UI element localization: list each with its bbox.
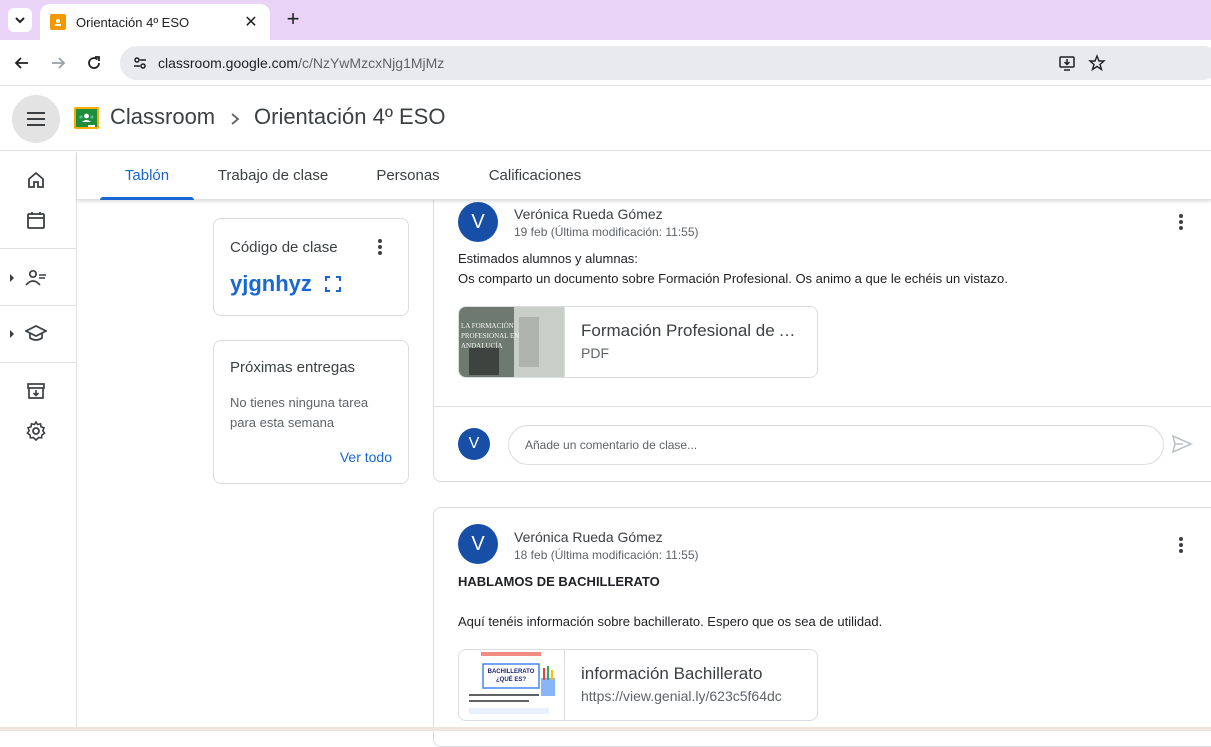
attachment-title: Formación Profesional de Andalucía xyxy=(581,321,801,340)
class-tabs: Tablón Trabajo de clase Personas Calific… xyxy=(77,152,1211,200)
attachment-title: información Bachillerato xyxy=(581,664,763,683)
classroom-favicon-icon xyxy=(50,14,66,30)
attachment-thumbnail: LA FORMACIÓN PROFESIONAL EN ANDALUCÍA xyxy=(459,307,565,377)
back-button[interactable] xyxy=(10,51,34,75)
post-author: Verónica Rueda Gómez xyxy=(514,206,663,222)
post-date: 18 feb (Última modificación: 11:55) xyxy=(514,548,699,562)
attachment-pdf[interactable]: LA FORMACIÓN PROFESIONAL EN ANDALUCÍA Fo… xyxy=(458,306,818,378)
forward-button[interactable] xyxy=(46,51,70,75)
app-header: Classroom Orientación 4º ESO xyxy=(0,87,1211,151)
home-icon xyxy=(28,171,44,188)
arrow-left-icon xyxy=(14,57,28,69)
send-icon[interactable] xyxy=(1171,433,1193,455)
post-date: 19 feb (Última modificación: 11:55) xyxy=(514,225,699,239)
reload-button[interactable] xyxy=(82,51,106,75)
attachment-link[interactable]: BACHILLERATO ¿QUÉ ES? información Bachil… xyxy=(458,649,818,721)
arrow-right-icon xyxy=(52,57,66,69)
url-path: /c/NzYwMzcxNjg1MjMz xyxy=(298,55,445,71)
expand-arrow-icon[interactable] xyxy=(8,329,16,339)
post-card: V Verónica Rueda Gómez 19 feb (Última mo… xyxy=(433,170,1211,482)
menu-icon xyxy=(27,112,45,126)
attachment-url: https://view.genial.ly/623c5f64dc xyxy=(581,688,782,704)
rail-home[interactable] xyxy=(24,168,48,192)
rail-divider xyxy=(0,362,76,363)
post-author: Verónica Rueda Gómez xyxy=(514,529,663,545)
post-text-line: Estimados alumnos y alumnas: xyxy=(458,251,638,266)
attachment-thumbnail: BACHILLERATO ¿QUÉ ES? xyxy=(459,650,565,720)
view-all-link[interactable]: Ver todo xyxy=(340,449,392,465)
post-card: V Verónica Rueda Gómez 18 feb (Última mo… xyxy=(433,507,1211,747)
address-bar[interactable]: classroom.google.com/c/NzYwMzcxNjg1MjMz xyxy=(120,46,1211,80)
fullscreen-icon[interactable] xyxy=(324,275,342,293)
avatar: V xyxy=(458,524,498,564)
classroom-logo-icon xyxy=(74,107,99,129)
expand-arrow-icon[interactable] xyxy=(8,273,16,283)
avatar: V xyxy=(458,202,498,242)
tab-people[interactable]: Personas xyxy=(365,152,451,199)
more-vert-icon xyxy=(1179,537,1183,553)
new-tab-button[interactable]: + xyxy=(282,8,304,32)
tab-search-button[interactable] xyxy=(8,8,32,32)
browser-tabstrip: Orientación 4º ESO ✕ + xyxy=(0,0,1211,40)
attachment-type: PDF xyxy=(581,345,609,361)
class-name: Orientación 4º ESO xyxy=(254,104,446,129)
calendar-icon xyxy=(27,212,45,229)
school-icon xyxy=(25,325,47,341)
app-name[interactable]: Classroom xyxy=(110,104,215,130)
browser-tab[interactable]: Orientación 4º ESO ✕ xyxy=(40,4,270,40)
class-code-value: yjgnhyz xyxy=(230,271,312,296)
people-icon xyxy=(25,269,46,286)
tab-stream[interactable]: Tablón xyxy=(100,152,194,200)
rail-divider xyxy=(0,305,76,306)
tab-classwork[interactable]: Trabajo de clase xyxy=(207,152,339,199)
tab-title: Orientación 4º ESO xyxy=(76,14,190,30)
post-text-line: Os comparto un documento sobre Formación… xyxy=(458,271,1008,286)
rail-calendar[interactable] xyxy=(24,208,48,232)
omnibox-actions xyxy=(1058,46,1110,80)
tab-grades[interactable]: Calificaciones xyxy=(477,152,593,199)
rail-settings[interactable] xyxy=(24,419,48,443)
thumbnail-caption: LA FORMACIÓN PROFESIONAL EN ANDALUCÍA xyxy=(461,322,520,350)
more-vert-icon xyxy=(1179,214,1183,230)
post-menu-button[interactable] xyxy=(1171,212,1191,232)
browser-toolbar: classroom.google.com/c/NzYwMzcxNjg1MjMz xyxy=(0,40,1211,86)
chevron-down-icon xyxy=(15,17,25,24)
install-app-icon[interactable] xyxy=(1058,54,1076,72)
gear-icon xyxy=(26,420,46,442)
star-icon[interactable] xyxy=(1088,54,1106,72)
comment-avatar: V xyxy=(458,428,490,460)
comment-input[interactable]: Añade un comentario de clase... xyxy=(508,425,1164,465)
upcoming-text: No tienes ninguna tarea para esta semana xyxy=(230,395,369,430)
thumbnail-caption: BACHILLERATO ¿QUÉ ES? xyxy=(487,669,535,683)
post-menu-button[interactable] xyxy=(1171,535,1191,555)
comment-divider xyxy=(434,406,1211,407)
upcoming-title: Próximas entregas xyxy=(230,359,356,376)
url-text: classroom.google.com/c/NzYwMzcxNjg1MjMz xyxy=(158,55,444,71)
chevron-right-icon xyxy=(231,113,240,125)
rail-enrolled[interactable] xyxy=(24,322,48,346)
class-code-menu-button[interactable] xyxy=(370,237,390,257)
post-heading: HABLAMOS DE BACHILLERATO xyxy=(458,574,660,589)
main-menu-button[interactable] xyxy=(12,95,60,143)
site-info-icon[interactable] xyxy=(130,53,150,73)
post-text-line: Aquí tenéis información sobre bachillera… xyxy=(458,614,883,629)
reload-icon xyxy=(88,56,100,69)
close-tab-icon[interactable]: ✕ xyxy=(242,12,260,32)
bottom-edge xyxy=(0,727,1211,731)
rail-divider xyxy=(0,248,76,249)
rail-archived[interactable] xyxy=(24,379,48,403)
more-vert-icon xyxy=(378,239,382,255)
class-code-card: Código de clase yjgnhyz xyxy=(213,218,409,316)
class-code-title: Código de clase xyxy=(230,239,338,256)
url-host: classroom.google.com xyxy=(158,55,299,71)
archive-icon xyxy=(27,383,45,399)
rail-teaching[interactable] xyxy=(24,266,48,290)
upcoming-card: Próximas entregas No tienes ninguna tare… xyxy=(213,340,409,484)
side-rail xyxy=(0,152,77,731)
